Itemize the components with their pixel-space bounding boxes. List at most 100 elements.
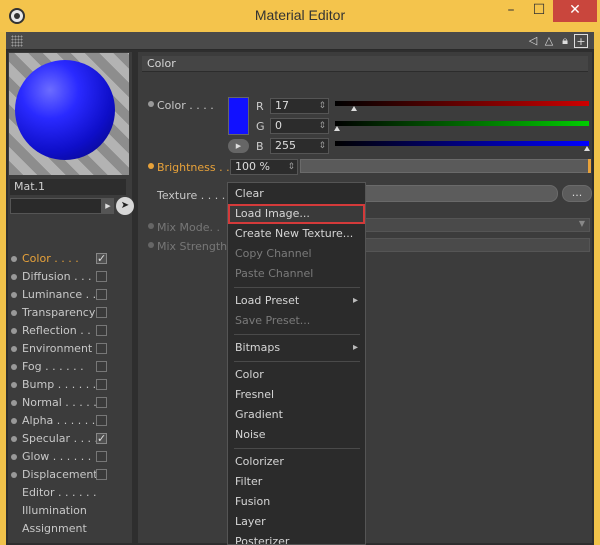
channel-checkbox[interactable] — [96, 415, 107, 426]
mix-strength-dot[interactable] — [148, 242, 154, 248]
channel-label-wrap: Luminance . . . — [22, 288, 103, 301]
extra-item-0[interactable]: Editor . . . . . . — [8, 484, 132, 502]
channel-dots: . . . . . . — [49, 450, 92, 463]
channel-label: Transparency — [22, 306, 96, 319]
material-name-field[interactable]: Mat.1 — [10, 179, 126, 195]
menu-item-posterizer[interactable]: Posterizer — [228, 532, 365, 544]
slider-knob[interactable] — [584, 146, 590, 151]
channel-row-bump[interactable]: Bump . . . . . . — [8, 376, 132, 394]
texture-browse-button[interactable]: ... — [562, 185, 592, 202]
channel-checkbox[interactable] — [96, 343, 107, 354]
channel-dot — [11, 472, 17, 478]
channel-checkbox[interactable] — [96, 271, 107, 282]
menu-item-create-new-texture[interactable]: Create New Texture... — [228, 224, 365, 244]
channel-checkbox[interactable]: ✓ — [96, 433, 107, 444]
navigate-back-icon[interactable]: ◁ — [526, 34, 540, 48]
channel-checkbox[interactable]: ✓ — [96, 253, 107, 264]
channel-checkbox[interactable] — [96, 469, 107, 480]
channel-dot — [11, 364, 17, 370]
channel-checkbox[interactable] — [96, 397, 107, 408]
channel-r-input[interactable]: 17 — [270, 98, 329, 114]
channel-checkbox[interactable] — [96, 289, 107, 300]
menu-item-copy-channel: Copy Channel — [235, 247, 312, 260]
brightness-input[interactable]: 100 % — [230, 159, 298, 175]
selection-arrow-icon[interactable]: ▶ — [102, 198, 114, 214]
slider-knob[interactable] — [351, 106, 357, 111]
channel-checkbox[interactable] — [96, 307, 107, 318]
channel-row-fog[interactable]: Fog . . . . . . — [8, 358, 132, 376]
channel-label: Diffusion — [22, 270, 71, 283]
menu-item-noise[interactable]: Noise — [228, 425, 365, 445]
maximize-button[interactable]: ☐ — [525, 0, 553, 22]
channel-row-environment[interactable]: Environment — [8, 340, 132, 358]
channel-row-alpha[interactable]: Alpha . . . . . . — [8, 412, 132, 430]
extra-label: Assignment — [22, 522, 87, 535]
channel-label-wrap: Transparency — [22, 306, 95, 319]
color-swatch[interactable] — [228, 97, 249, 135]
menu-item-load-preset[interactable]: Load Preset — [228, 291, 365, 311]
channel-g-input[interactable]: 0 — [270, 118, 329, 134]
new-window-icon[interactable]: + — [574, 34, 588, 48]
channel-dots: . . . . — [50, 252, 79, 265]
menu-item-gradient[interactable]: Gradient — [228, 405, 365, 425]
pick-arrow-icon[interactable]: ➤ — [116, 197, 134, 215]
menu-separator — [234, 334, 360, 335]
channel-label-wrap: Color . . . . — [22, 252, 79, 265]
menu-item-layer[interactable]: Layer — [228, 512, 365, 532]
mix-mode-dot[interactable] — [148, 223, 154, 229]
channel-row-glow[interactable]: Glow . . . . . . — [8, 448, 132, 466]
lock-icon[interactable]: 🔒︎ — [558, 34, 572, 48]
mix-strength-label: Mix Strength — [157, 240, 228, 253]
color-animate-dot[interactable] — [148, 101, 154, 107]
extra-item-1[interactable]: Illumination — [8, 502, 132, 520]
preview-sphere — [15, 60, 115, 160]
brightness-slider[interactable] — [300, 159, 591, 173]
extra-item-2[interactable]: Assignment — [8, 520, 132, 538]
material-preview[interactable] — [9, 53, 129, 175]
slider-knob[interactable] — [334, 126, 340, 131]
color-options-button[interactable]: ▶ — [228, 139, 249, 153]
channel-label: Normal — [22, 396, 62, 409]
menu-item-clear[interactable]: Clear — [228, 184, 365, 204]
channel-row-luminance[interactable]: Luminance . . . — [8, 286, 132, 304]
channel-label: Luminance — [22, 288, 83, 301]
menu-item-fresnel[interactable]: Fresnel — [228, 385, 365, 405]
mix-strength-slider[interactable] — [364, 238, 590, 252]
channel-r-slider[interactable] — [335, 101, 589, 111]
menu-item-fusion[interactable]: Fusion — [228, 492, 365, 512]
channel-row-reflection[interactable]: Reflection . . — [8, 322, 132, 340]
brightness-animate-dot[interactable] — [148, 163, 154, 169]
title-bar: Material Editor – ☐ ✕ — [0, 0, 600, 32]
channel-g-slider[interactable] — [334, 121, 589, 131]
channel-row-diffusion[interactable]: Diffusion . . . . . — [8, 268, 132, 286]
channel-dot — [11, 256, 17, 262]
channel-label-wrap: Bump . . . . . . — [22, 378, 96, 391]
mix-mode-dropdown[interactable]: ▼ — [364, 218, 590, 232]
minimize-button[interactable]: – — [497, 0, 525, 22]
grip-icon[interactable] — [11, 35, 23, 47]
close-button[interactable]: ✕ — [553, 0, 597, 22]
channel-checkbox[interactable] — [96, 325, 107, 336]
channel-row-transparency[interactable]: Transparency — [8, 304, 132, 322]
channel-checkbox[interactable] — [96, 379, 107, 390]
channel-row-displacement[interactable]: Displacement — [8, 466, 132, 484]
menu-item-colorizer[interactable]: Colorizer — [228, 452, 365, 472]
menu-separator — [234, 287, 360, 288]
selection-field[interactable] — [10, 198, 102, 214]
navigate-up-icon[interactable]: △ — [542, 34, 556, 48]
channel-row-specular[interactable]: Specular . . . . ✓ — [8, 430, 132, 448]
menu-item-bitmaps[interactable]: Bitmaps — [228, 338, 365, 358]
channel-checkbox[interactable] — [96, 361, 107, 372]
channel-checkbox[interactable] — [96, 451, 107, 462]
channel-b-slider[interactable] — [335, 141, 590, 151]
checkmark-icon: ✓ — [97, 252, 107, 265]
menu-item-filter[interactable]: Filter — [228, 472, 365, 492]
channel-dot — [11, 310, 17, 316]
channel-row-normal[interactable]: Normal . . . . . — [8, 394, 132, 412]
menu-item-color[interactable]: Color — [228, 365, 365, 385]
channel-panel: Mat.1 ▶ ➤ Color . . . . ✓ Diffusion . . . … — [8, 52, 134, 543]
channel-row-color[interactable]: Color . . . . ✓ — [8, 250, 132, 268]
menu-item-load-image[interactable]: Load Image... — [228, 204, 365, 224]
channel-b-input[interactable]: 255 — [270, 138, 329, 154]
channel-dots: . . . . . . — [53, 414, 96, 427]
